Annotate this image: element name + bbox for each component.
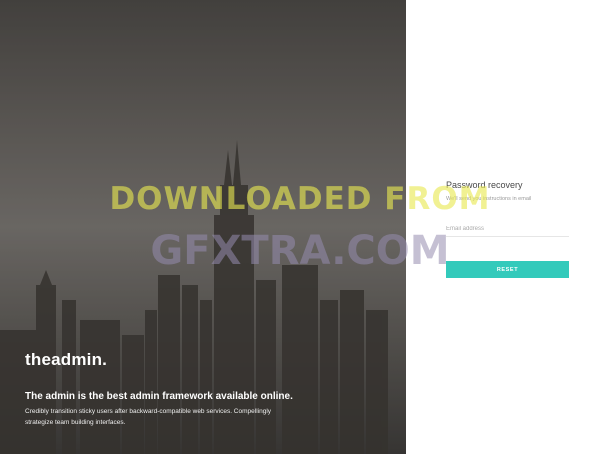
password-recovery-form: Password recovery We'll send you instruc… [446, 180, 569, 278]
hero-tagline: The admin is the best admin framework av… [25, 391, 293, 402]
hero-description: Credibly transition sticky users after b… [25, 408, 272, 426]
hero-panel: theadmin. The admin is the best admin fr… [0, 0, 406, 454]
form-title: Password recovery [446, 180, 523, 190]
city-skyline-image [0, 0, 406, 454]
reset-button[interactable]: RESET [446, 261, 569, 278]
brand-logo-text: theadmin. [25, 350, 108, 369]
form-subtitle: We'll send you instructions in email [446, 196, 532, 202]
email-input[interactable] [446, 224, 569, 237]
